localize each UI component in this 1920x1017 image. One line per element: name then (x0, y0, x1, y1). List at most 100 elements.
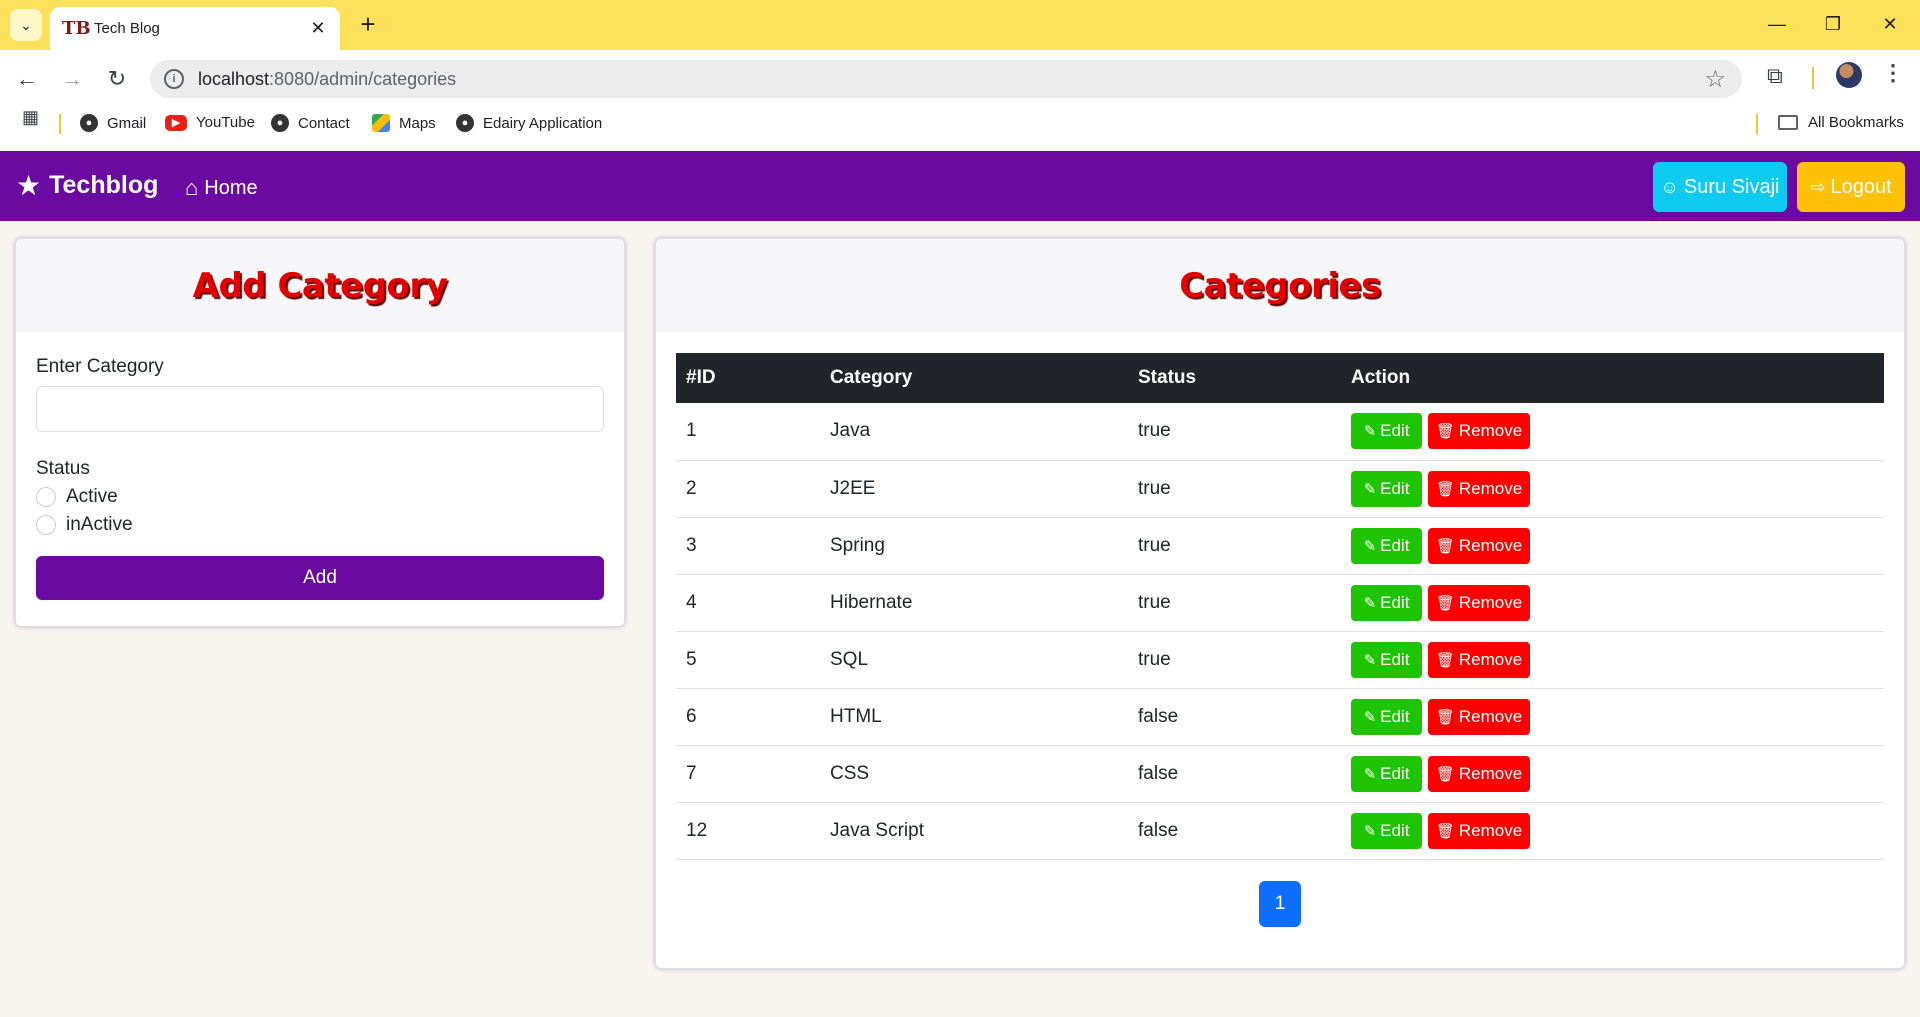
add-category-title: Add Category (192, 265, 448, 306)
pagination-page-1[interactable]: 1 (1259, 881, 1301, 927)
bookmarks-divider (1756, 114, 1758, 134)
user-icon: ☺ (1660, 176, 1679, 197)
cell-id: 3 (676, 517, 820, 575)
tab-title: Tech Blog (94, 20, 160, 37)
bookmark-maps[interactable]: Maps (372, 114, 436, 132)
back-arrow-icon[interactable]: ← (12, 64, 42, 94)
cell-category: HTML (820, 688, 1128, 746)
table-row: 1 Java true ✎ Edit 🗑 Remove (676, 403, 1884, 461)
remove-button[interactable]: 🗑 Remove (1428, 527, 1530, 564)
brand-link[interactable]: ★ Techblog (16, 171, 158, 200)
window-close-icon[interactable]: ✕ (1875, 10, 1905, 38)
remove-button[interactable]: 🗑 Remove (1428, 755, 1530, 792)
remove-button[interactable]: 🗑 Remove (1428, 584, 1530, 621)
table-header-row: #ID Category Status Action (676, 353, 1884, 403)
edit-button[interactable]: ✎ Edit (1351, 470, 1422, 507)
cell-id: 6 (676, 688, 820, 746)
cell-id: 12 (676, 802, 820, 860)
star-icon: ★ (16, 169, 42, 201)
table-row: 7 CSS false ✎ Edit 🗑 Remove (676, 745, 1884, 803)
bookmark-edairy[interactable]: ● Edairy Application (456, 114, 602, 132)
edit-button[interactable]: ✎ Edit (1351, 812, 1422, 849)
col-id: #ID (686, 367, 716, 388)
folder-icon (1778, 115, 1798, 130)
pencil-icon: ✎ (1363, 822, 1377, 840)
status-option-active[interactable]: Active (36, 486, 604, 508)
remove-button[interactable]: 🗑 Remove (1428, 413, 1530, 450)
logout-button[interactable]: ⇨ Logout (1797, 162, 1905, 212)
pencil-icon: ✎ (1363, 537, 1377, 555)
trash-icon: 🗑 (1435, 423, 1455, 441)
cell-status: true (1128, 460, 1341, 518)
cell-actions: ✎ Edit 🗑 Remove (1341, 403, 1884, 461)
reload-icon[interactable]: ↻ (102, 64, 132, 94)
user-profile-button[interactable]: ☺ Suru Sivaji (1653, 162, 1787, 212)
table-row: 3 Spring true ✎ Edit 🗑 Remove (676, 517, 1884, 575)
cell-actions: ✎ Edit 🗑 Remove (1341, 745, 1884, 803)
nav-home-link[interactable]: ⌂ Home (185, 175, 258, 201)
trash-icon: 🗑 (1435, 537, 1455, 555)
edit-button[interactable]: ✎ Edit (1351, 755, 1422, 792)
radio-inactive[interactable] (36, 515, 56, 535)
kebab-menu-icon[interactable]: ⋮ (1882, 60, 1904, 86)
cell-status: true (1128, 517, 1341, 575)
bookmark-star-icon[interactable]: ☆ (1704, 65, 1726, 94)
status-label: Status (36, 458, 90, 479)
remove-button[interactable]: 🗑 Remove (1428, 698, 1530, 735)
add-category-card: Add Category Enter Category Status Activ… (15, 238, 625, 627)
cell-id: 5 (676, 631, 820, 689)
restore-icon[interactable]: ❐ (1818, 10, 1848, 38)
remove-button[interactable]: 🗑 Remove (1428, 470, 1530, 507)
bookmark-contact[interactable]: ● Contact (271, 114, 350, 132)
close-icon[interactable]: ✕ (308, 18, 328, 39)
cell-category: SQL (820, 631, 1128, 689)
extensions-icon[interactable]: ⧉ (1767, 63, 1783, 89)
site-info-icon[interactable]: i (164, 69, 184, 89)
tab-search-button[interactable]: ⌄ (10, 9, 42, 41)
cell-status: true (1128, 403, 1341, 461)
new-tab-button[interactable]: + (354, 10, 382, 38)
remove-button[interactable]: 🗑 Remove (1428, 641, 1530, 678)
col-category: Category (830, 367, 913, 388)
edit-button[interactable]: ✎ Edit (1351, 584, 1422, 621)
add-category-header: Add Category (16, 239, 624, 332)
cell-status: false (1128, 802, 1341, 860)
edit-button[interactable]: ✎ Edit (1351, 413, 1422, 450)
app-navbar: ★ Techblog ⌂ Home ☺ Suru Sivaji ⇨ Logout (0, 151, 1920, 221)
category-field-label: Enter Category (36, 356, 164, 377)
minimize-icon[interactable]: — (1762, 10, 1792, 38)
browser-tab[interactable]: TB Tech Blog ✕ (50, 7, 340, 50)
edit-button[interactable]: ✎ Edit (1351, 527, 1422, 564)
edit-button[interactable]: ✎ Edit (1351, 641, 1422, 678)
apps-grid-icon[interactable]: ▦ (22, 107, 39, 128)
status-option-inactive[interactable]: inActive (36, 514, 604, 536)
cell-actions: ✎ Edit 🗑 Remove (1341, 460, 1884, 518)
table-row: 2 J2EE true ✎ Edit 🗑 Remove (676, 460, 1884, 518)
pencil-icon: ✎ (1363, 594, 1377, 612)
forward-arrow-icon[interactable]: → (57, 64, 87, 94)
remove-button[interactable]: 🗑 Remove (1428, 812, 1530, 849)
add-button[interactable]: Add (36, 556, 604, 600)
cell-category: Java (820, 403, 1128, 461)
radio-active[interactable] (36, 487, 56, 507)
trash-icon: 🗑 (1435, 594, 1455, 612)
cell-status: false (1128, 688, 1341, 746)
trash-icon: 🗑 (1435, 765, 1455, 783)
address-bar[interactable]: i localhost:8080/admin/categories ☆ (150, 60, 1742, 98)
profile-avatar[interactable] (1836, 62, 1862, 88)
cell-category: Java Script (820, 802, 1128, 860)
bookmark-youtube[interactable]: ▶ YouTube (165, 114, 255, 131)
edit-button[interactable]: ✎ Edit (1351, 698, 1422, 735)
cell-category: Spring (820, 517, 1128, 575)
toolbar-divider (1812, 67, 1814, 89)
category-input[interactable] (36, 386, 604, 432)
cell-actions: ✎ Edit 🗑 Remove (1341, 574, 1884, 632)
bookmarks-divider (59, 114, 61, 134)
bookmark-gmail[interactable]: ● Gmail (80, 114, 146, 132)
table-body: 1 Java true ✎ Edit 🗑 Remove 2 J2EE true ✎ Edit 🗑 Remo… (676, 403, 1884, 860)
pencil-icon: ✎ (1363, 480, 1377, 498)
cell-status: false (1128, 745, 1341, 803)
cell-status: true (1128, 574, 1341, 632)
all-bookmarks[interactable]: All Bookmarks (1778, 114, 1904, 131)
cell-status: true (1128, 631, 1341, 689)
